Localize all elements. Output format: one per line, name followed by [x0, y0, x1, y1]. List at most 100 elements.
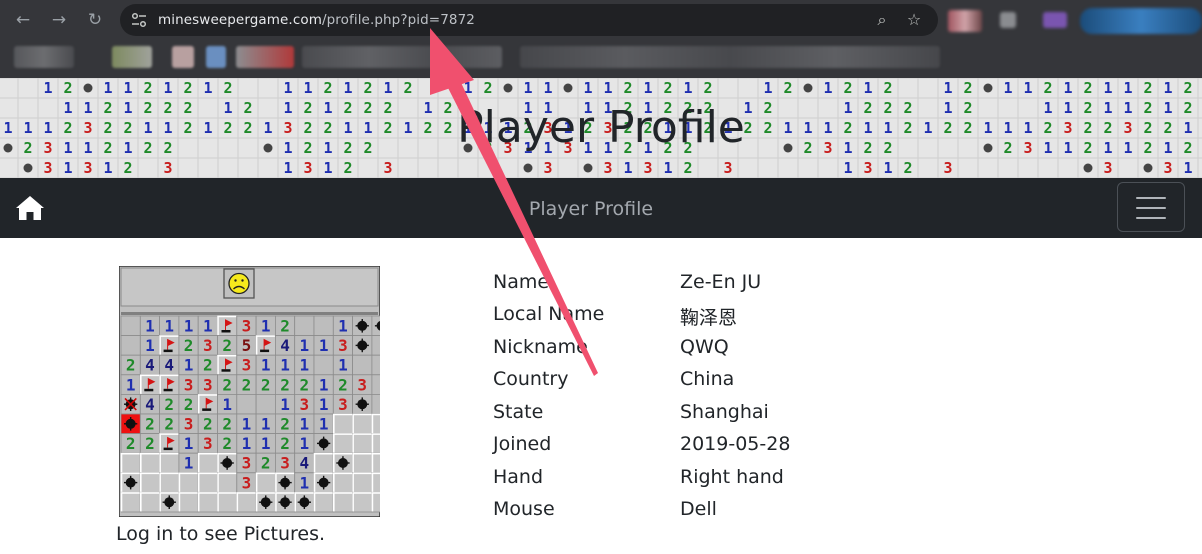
- sad-face-icon[interactable]: [228, 272, 250, 295]
- svg-text:1: 1: [300, 356, 310, 375]
- svg-text:3: 3: [242, 317, 252, 336]
- svg-text:2: 2: [222, 375, 232, 394]
- svg-text:1: 1: [43, 79, 52, 97]
- extension-icon[interactable]: [948, 10, 982, 32]
- svg-text:1: 1: [319, 395, 329, 414]
- svg-text:1: 1: [1183, 159, 1192, 177]
- svg-text:2: 2: [300, 375, 310, 394]
- svg-text:2: 2: [280, 434, 290, 453]
- svg-text:1: 1: [242, 434, 252, 453]
- forward-arrow-icon[interactable]: →: [47, 8, 71, 32]
- field-value: QWQ: [680, 336, 729, 358]
- svg-text:1: 1: [145, 336, 155, 355]
- svg-text:1: 1: [184, 356, 194, 375]
- svg-text:3: 3: [603, 159, 612, 177]
- url-host: minesweepergame.com: [158, 12, 322, 28]
- svg-text:3: 3: [643, 159, 652, 177]
- svg-text:1: 1: [242, 415, 252, 434]
- svg-text:1: 1: [343, 79, 352, 97]
- svg-text:2: 2: [261, 454, 271, 473]
- svg-text:1: 1: [280, 395, 290, 414]
- extension-icon[interactable]: [1043, 12, 1067, 28]
- zoom-icon[interactable]: ⌕: [872, 10, 892, 30]
- svg-text:4: 4: [145, 356, 155, 375]
- svg-text:1: 1: [261, 415, 271, 434]
- svg-text:2: 2: [261, 375, 271, 394]
- svg-text:1: 1: [261, 317, 271, 336]
- svg-text:2: 2: [145, 434, 155, 453]
- bookmark-star-icon[interactable]: ☆: [904, 10, 924, 30]
- svg-text:1: 1: [523, 79, 532, 97]
- field-value: Right hand: [680, 466, 784, 488]
- svg-text:3: 3: [163, 159, 172, 177]
- svg-text:1: 1: [843, 159, 852, 177]
- reload-icon[interactable]: ↻: [83, 8, 107, 32]
- site-banner: 1211212121121212121111212121212121211212…: [0, 78, 1202, 178]
- svg-text:4: 4: [164, 356, 174, 375]
- svg-text:1: 1: [943, 79, 952, 97]
- bookmark-item[interactable]: [236, 46, 294, 68]
- bookmark-item[interactable]: [112, 46, 152, 68]
- svg-text:2: 2: [903, 159, 912, 177]
- svg-text:1: 1: [763, 79, 772, 97]
- svg-text:3: 3: [1163, 159, 1172, 177]
- svg-text:1: 1: [184, 434, 194, 453]
- svg-text:1: 1: [463, 79, 472, 97]
- field-value: Ze-En JU: [680, 271, 762, 293]
- svg-text:1: 1: [1163, 79, 1172, 97]
- svg-text:1: 1: [261, 434, 271, 453]
- back-arrow-icon[interactable]: ←: [11, 8, 35, 32]
- svg-text:2: 2: [703, 79, 712, 97]
- svg-text:1: 1: [283, 79, 292, 97]
- bookmark-item[interactable]: [172, 46, 194, 68]
- svg-text:2: 2: [623, 79, 632, 97]
- svg-text:1: 1: [145, 317, 155, 336]
- svg-text:3: 3: [184, 375, 194, 394]
- field-value: China: [680, 368, 735, 390]
- url-text[interactable]: minesweepergame.com/profile.php?pid=7872: [158, 4, 475, 36]
- svg-text:1: 1: [163, 79, 172, 97]
- svg-text:1: 1: [643, 79, 652, 97]
- svg-text:1: 1: [319, 336, 329, 355]
- url-path: /profile.php?pid=7872: [321, 12, 475, 28]
- bookmark-item[interactable]: [302, 46, 502, 68]
- minesweeper-board-image: 1 1 1 1 3 1 2 11 2 3 2 5 4 1 1 32 4 4 1 2 3 1 1 1 11 3 3 2 2 2 2 2 1 2 34 2…: [119, 266, 380, 517]
- site-settings-icon[interactable]: [130, 11, 148, 29]
- svg-text:2: 2: [843, 79, 852, 97]
- bookmarks-bar: [0, 38, 1202, 78]
- bookmark-item[interactable]: [14, 46, 74, 68]
- svg-text:1: 1: [623, 159, 632, 177]
- svg-text:2: 2: [242, 375, 252, 394]
- extension-icon[interactable]: [1000, 12, 1016, 28]
- svg-text:3: 3: [242, 454, 252, 473]
- svg-text:2: 2: [783, 79, 792, 97]
- svg-text:3: 3: [1103, 159, 1112, 177]
- svg-text:3: 3: [242, 473, 252, 492]
- navbar: Player Profile: [0, 178, 1202, 238]
- address-bar[interactable]: minesweepergame.com/profile.php?pid=7872…: [120, 4, 938, 36]
- profile-button[interactable]: [1080, 8, 1202, 34]
- field-label: Country: [493, 368, 569, 390]
- bookmark-item[interactable]: [520, 46, 940, 68]
- svg-text:1: 1: [283, 159, 292, 177]
- svg-text:1: 1: [103, 159, 112, 177]
- browser-chrome: ← → ↻ minesweepergame.com/profile.php?pi…: [0, 0, 1202, 78]
- svg-text:3: 3: [943, 159, 952, 177]
- svg-text:3: 3: [280, 454, 290, 473]
- svg-text:1: 1: [1063, 79, 1072, 97]
- svg-text:4: 4: [145, 395, 155, 414]
- hamburger-menu-icon[interactable]: [1117, 182, 1185, 232]
- svg-text:1: 1: [300, 415, 310, 434]
- svg-text:1: 1: [383, 79, 392, 97]
- svg-text:2: 2: [164, 415, 174, 434]
- svg-text:1: 1: [184, 454, 194, 473]
- svg-text:1: 1: [164, 317, 174, 336]
- svg-text:3: 3: [338, 395, 348, 414]
- field-label: State: [493, 401, 544, 423]
- svg-text:3: 3: [357, 375, 367, 394]
- svg-text:2: 2: [143, 79, 152, 97]
- field-value: Dell: [680, 498, 717, 520]
- svg-text:3: 3: [338, 336, 348, 355]
- svg-text:1: 1: [883, 159, 892, 177]
- bookmark-item[interactable]: [206, 46, 226, 68]
